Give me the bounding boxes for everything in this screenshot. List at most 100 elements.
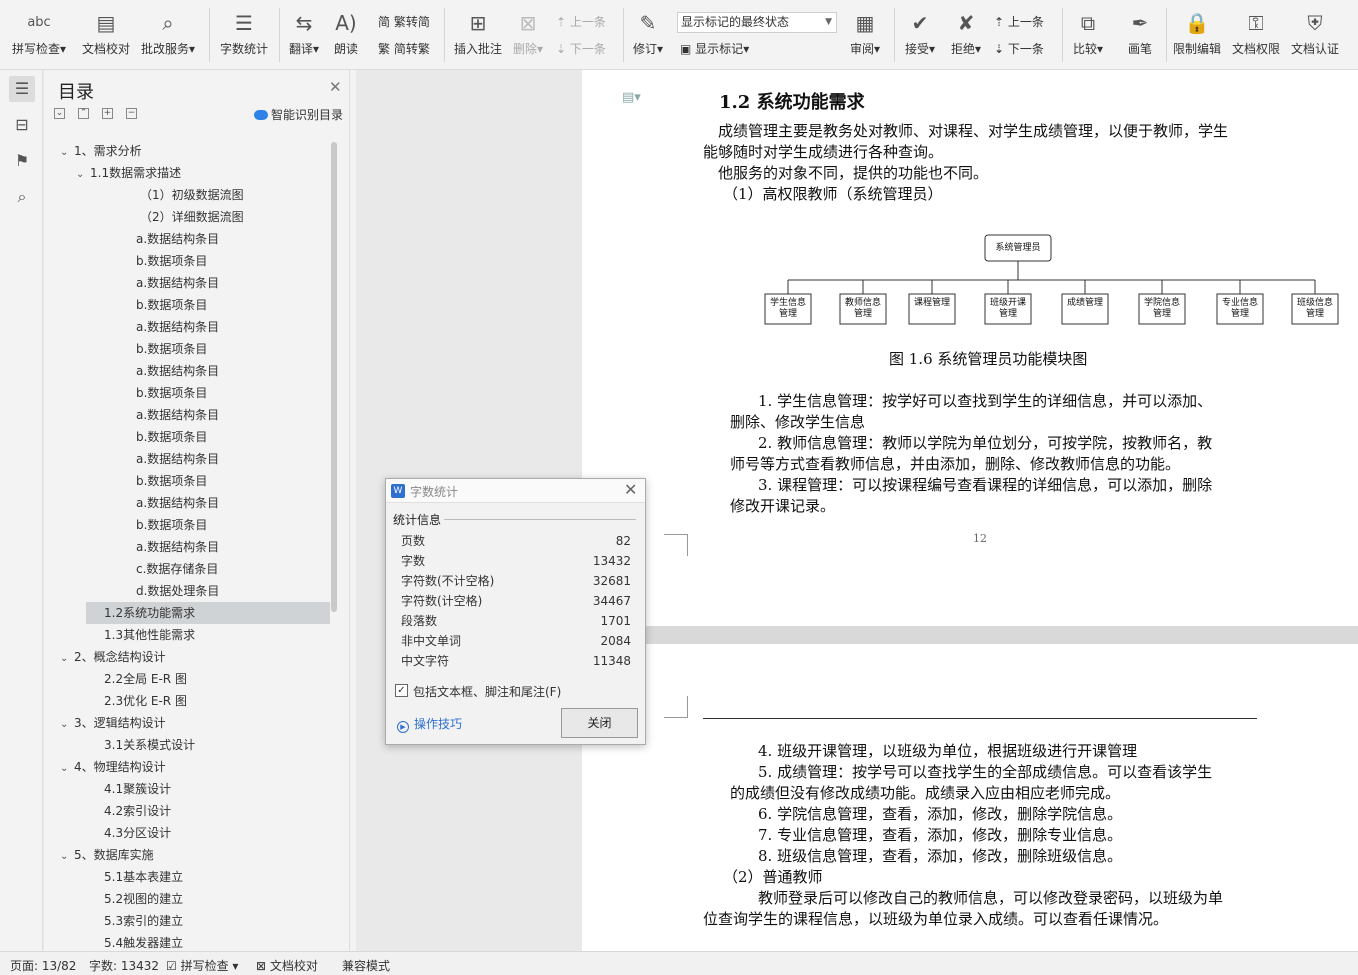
document-area[interactable]: ▤▾ 1.2 系统功能需求 成绩管理主要是教务处对教师、对课程、对学生成绩管理，… xyxy=(582,70,1358,951)
wps-logo-icon: W xyxy=(391,484,405,498)
add-level-icon[interactable]: + xyxy=(102,108,113,119)
chevron-down-icon[interactable]: ⌄ xyxy=(60,142,74,164)
translate-button[interactable]: ⇆ 翻译▾ xyxy=(284,10,324,57)
compare-icon: ⧉ xyxy=(1080,11,1096,35)
toc-item[interactable]: d.数据处理条目 xyxy=(44,580,330,602)
chevron-down-icon[interactable]: ⌄ xyxy=(60,714,74,736)
toc-item-label: 3、逻辑结构设计 xyxy=(74,716,166,730)
toc-item[interactable]: ⌄ 1、需求分析 xyxy=(44,140,330,162)
toc-item[interactable]: b.数据项条目 xyxy=(44,294,330,316)
chevron-down-icon[interactable]: ⌄ xyxy=(76,164,90,186)
review-pane-button[interactable]: ▦ 审阅▾ xyxy=(845,10,885,57)
toc-item[interactable]: 2.2全局 E-R 图 xyxy=(44,668,330,690)
toc-item-label: 2.3优化 E-R 图 xyxy=(104,694,187,708)
accept-button[interactable]: ✔ 接受▾ xyxy=(900,10,940,57)
close-icon[interactable]: ✕ xyxy=(329,78,342,96)
toc-item[interactable]: b.数据项条目 xyxy=(44,426,330,448)
toc-item[interactable]: c.数据存储条目 xyxy=(44,558,330,580)
status-proofread[interactable]: ⊠ 文档校对 xyxy=(256,957,318,974)
toc-item[interactable]: 5.1基本表建立 xyxy=(44,866,330,888)
compare-button[interactable]: ⧉ 比较▾ xyxy=(1068,10,1108,57)
trad-to-simp-button[interactable]: 简 繁转简 xyxy=(378,13,430,30)
toc-item[interactable]: a.数据结构条目 xyxy=(44,536,330,558)
prev-comment-button[interactable]: ⇡ 上一条 xyxy=(556,13,606,30)
toc-item[interactable]: ⌄ 1.1数据需求描述 xyxy=(44,162,330,184)
toc-item[interactable]: a.数据结构条目 xyxy=(44,316,330,338)
close-icon[interactable]: ✕ xyxy=(624,480,637,499)
toc-item[interactable]: a.数据结构条目 xyxy=(44,360,330,382)
pages-icon[interactable]: ⊟ xyxy=(9,112,35,138)
toc-scrollbar[interactable] xyxy=(331,142,337,612)
page-indicator[interactable]: 页面: 13/82 xyxy=(10,957,76,974)
toc-item[interactable]: 5.2视图的建立 xyxy=(44,888,330,910)
close-button[interactable]: 关闭 xyxy=(561,708,638,738)
toc-item[interactable]: 1.2系统功能需求 xyxy=(86,602,330,624)
toc-item[interactable]: a.数据结构条目 xyxy=(44,448,330,470)
toc-item-label: 2、概念结构设计 xyxy=(74,650,166,664)
toc-item[interactable]: b.数据项条目 xyxy=(44,382,330,404)
chevron-down-icon[interactable]: ⌄ xyxy=(60,648,74,670)
toc-item[interactable]: b.数据项条目 xyxy=(44,250,330,272)
show-markup-icon: ▣ xyxy=(680,42,692,56)
toc-item[interactable]: ⌄ 2、概念结构设计 xyxy=(44,646,330,668)
document-permission-button[interactable]: ⚿ 文档权限 xyxy=(1229,10,1283,57)
toc-item[interactable]: a.数据结构条目 xyxy=(44,272,330,294)
word-count-button[interactable]: ☰ 字数统计 xyxy=(217,10,271,57)
toc-item[interactable]: b.数据项条目 xyxy=(44,514,330,536)
track-changes-button[interactable]: ✎ 修订▾ xyxy=(629,10,667,57)
remove-level-icon[interactable]: − xyxy=(126,108,137,119)
collapse-all-icon[interactable]: ⌄ xyxy=(54,108,65,119)
toc-item[interactable]: 5.3索引的建立 xyxy=(44,910,330,932)
search-icon[interactable]: ⌕ xyxy=(9,184,35,210)
toc-item[interactable]: 4.3分区设计 xyxy=(44,822,330,844)
toc-item-label: 4.2索引设计 xyxy=(104,804,172,818)
bookmark-icon[interactable]: ⚑ xyxy=(9,148,35,174)
toc-item[interactable]: 2.3优化 E-R 图 xyxy=(44,690,330,712)
proofread-button[interactable]: ▤ 文档校对 xyxy=(80,10,132,57)
simp-trad-icon: 繁 xyxy=(378,42,391,56)
show-markup-button[interactable]: ▣ 显示标记▾ xyxy=(680,40,749,57)
toc-item[interactable]: a.数据结构条目 xyxy=(44,492,330,514)
toc-item[interactable]: b.数据项条目 xyxy=(44,470,330,492)
status-bar: 页面: 13/82 字数: 13432 ☑ 拼写检查 ▾ ⊠ 文档校对 兼容模式 xyxy=(0,951,1358,975)
spell-check-button[interactable]: abc 拼写检查▾ xyxy=(10,10,68,57)
markup-state-select[interactable]: 显示标记的最终状态 ▼ xyxy=(677,12,837,33)
pen-button[interactable]: ✒ 画笔 xyxy=(1120,10,1160,57)
toc-item[interactable]: b.数据项条目 xyxy=(44,338,330,360)
restrict-editing-button[interactable]: 🔒 限制编辑 xyxy=(1170,10,1224,57)
word-count-icon: ☰ xyxy=(235,11,253,35)
tips-link[interactable]: ▶ 操作技巧 xyxy=(397,715,462,733)
toc-item[interactable]: ⌄ 4、物理结构设计 xyxy=(44,756,330,778)
toc-item[interactable]: ⌄ 5、数据库实施 xyxy=(44,844,330,866)
toc-item[interactable]: （1）初级数据流图 xyxy=(44,184,330,206)
next-change-button[interactable]: ⇣ 下一条 xyxy=(994,40,1044,57)
prev-change-button[interactable]: ⇡ 上一条 xyxy=(994,13,1044,30)
toc-item[interactable]: （2）详细数据流图 xyxy=(44,206,330,228)
toc-item[interactable]: a.数据结构条目 xyxy=(44,228,330,250)
correction-service-button[interactable]: ⌕ 批改服务▾ xyxy=(138,10,198,57)
toc-icon[interactable]: ☰ xyxy=(9,76,35,102)
chevron-down-icon[interactable]: ⌄ xyxy=(60,846,74,868)
toc-item[interactable]: 4.1聚簇设计 xyxy=(44,778,330,800)
stat-value: 32681 xyxy=(592,574,631,588)
toc-item[interactable]: a.数据结构条目 xyxy=(44,404,330,426)
page-menu-icon[interactable]: ▤▾ xyxy=(622,90,641,105)
toc-item[interactable]: ⌄ 3、逻辑结构设计 xyxy=(44,712,330,734)
read-aloud-button[interactable]: A) 朗读 xyxy=(328,10,364,57)
document-auth-button[interactable]: ⛨ 文档认证 xyxy=(1288,10,1342,57)
smart-toc-button[interactable]: 智能识别目录 xyxy=(254,106,343,123)
expand-up-icon[interactable]: ⌃ xyxy=(78,108,89,119)
toc-item[interactable]: 4.2索引设计 xyxy=(44,800,330,822)
insert-comment-button[interactable]: ⊞ 插入批注 xyxy=(452,10,504,57)
delete-comment-button[interactable]: ⊠ 删除▾ xyxy=(510,10,546,57)
word-count-indicator[interactable]: 字数: 13432 xyxy=(89,957,159,974)
toc-item-label: b.数据项条目 xyxy=(136,430,208,444)
toc-item[interactable]: 3.1关系模式设计 xyxy=(44,734,330,756)
reject-button[interactable]: ✘ 拒绝▾ xyxy=(946,10,986,57)
include-textbox-checkbox[interactable]: ✓ xyxy=(395,684,408,697)
toc-item[interactable]: 1.3其他性能需求 xyxy=(44,624,330,646)
simp-to-trad-button[interactable]: 繁 简转繁 xyxy=(378,40,430,57)
status-spell-check[interactable]: ☑ 拼写检查 ▾ xyxy=(166,957,238,974)
next-comment-button[interactable]: ⇣ 下一条 xyxy=(556,40,606,57)
chevron-down-icon[interactable]: ⌄ xyxy=(60,758,74,780)
